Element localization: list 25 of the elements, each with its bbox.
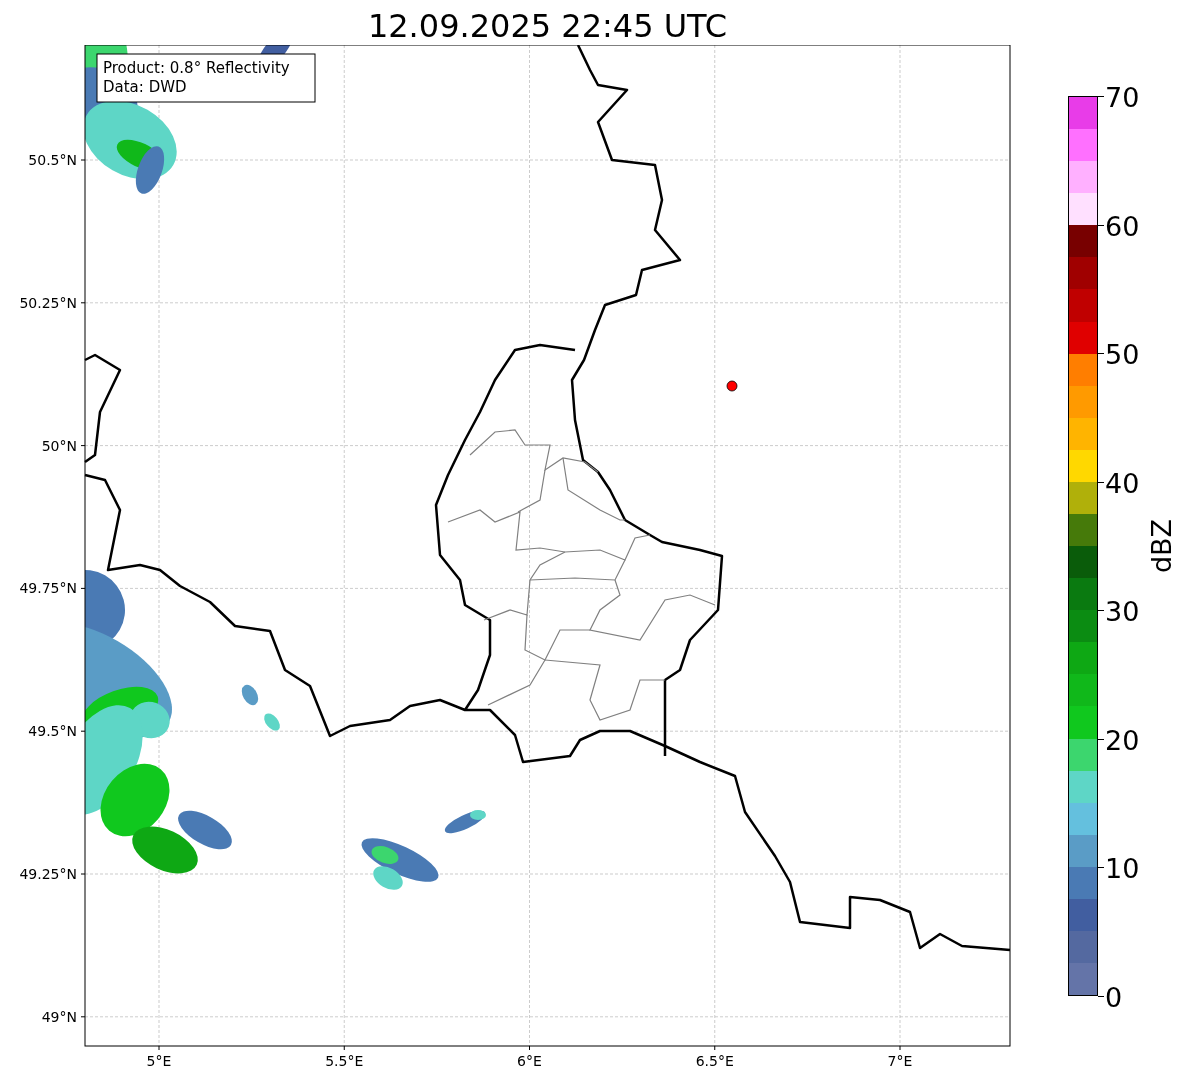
colorbar-tick-label: 70 <box>1105 83 1140 111</box>
axis-tick-label: 50.25°N <box>19 294 77 311</box>
colorbar-tick-label: 60 <box>1105 212 1140 240</box>
axis-tick-label: 49.5°N <box>28 723 77 740</box>
axis-tick-label: 6.5°E <box>695 1053 734 1069</box>
axis-tick-label: 5°E <box>146 1053 172 1069</box>
colorbar-tick-label: 10 <box>1105 854 1140 882</box>
axis-tick-label: 49°N <box>41 1008 77 1025</box>
colorbar-tick-label: 30 <box>1105 597 1140 625</box>
colorbar-tick-label: 50 <box>1105 340 1140 368</box>
axis-tick-label: 49.25°N <box>19 866 77 882</box>
axis-tick-label: 7°E <box>887 1053 913 1069</box>
axis-tick-label: 50.5°N <box>28 152 77 168</box>
chart-title: 12.09.2025 22:45 UTC <box>366 6 729 45</box>
colorbar-tick-label: 40 <box>1105 469 1140 497</box>
info-text: Product: 0.8° Reflectivity <box>103 59 290 77</box>
colorbar-tick-label: 0 <box>1105 983 1123 1011</box>
axis-tick-label: 50°N <box>41 437 77 454</box>
info-text: Data: DWD <box>103 78 187 96</box>
axis-tick-label: 5.5°E <box>325 1053 364 1069</box>
location-marker <box>726 380 738 392</box>
axis-tick-label: 6°E <box>517 1053 542 1069</box>
colorbar-tick-label: 20 <box>1105 726 1140 754</box>
axis-tick-label: 49.75°N <box>19 580 77 597</box>
colorbar-label: dBZ <box>1144 518 1178 574</box>
